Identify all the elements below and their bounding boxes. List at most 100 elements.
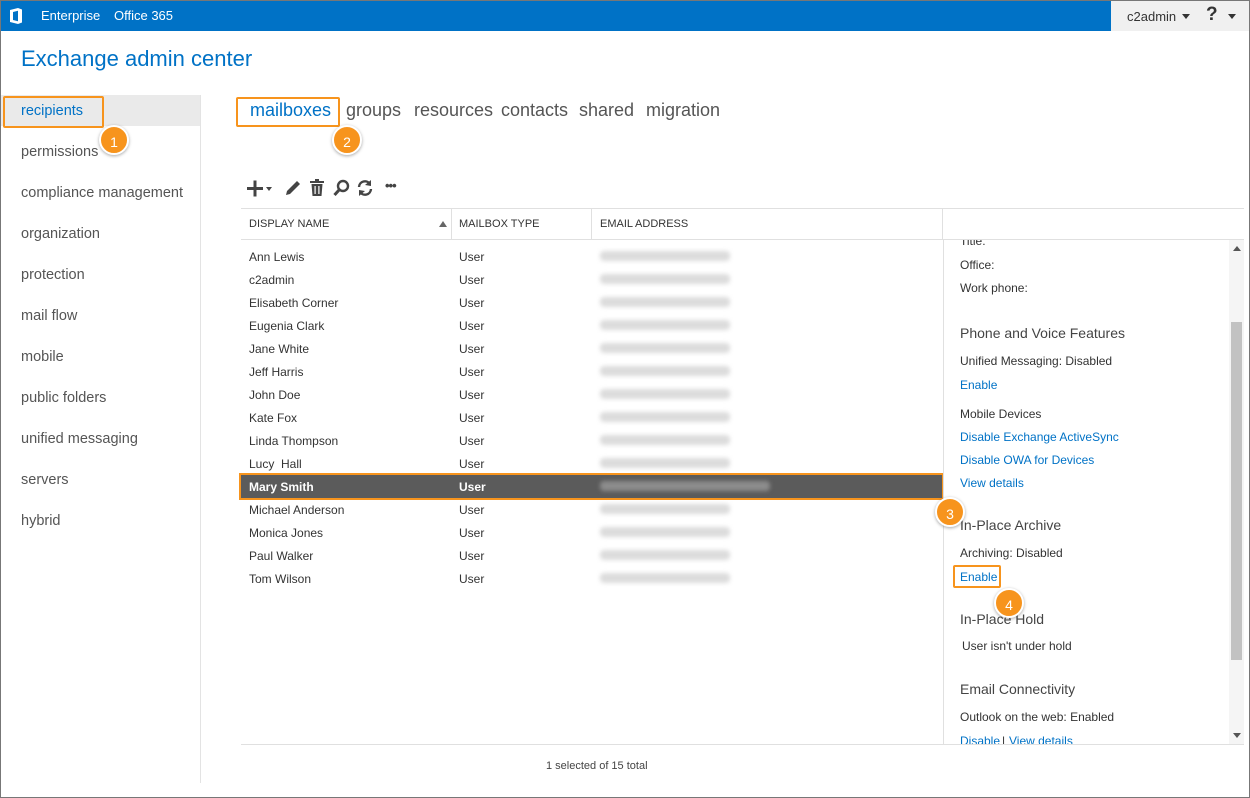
cell-email-redacted xyxy=(600,458,730,468)
office-logo-icon[interactable] xyxy=(7,7,25,25)
nav-item-servers[interactable]: servers xyxy=(21,472,69,488)
table-row-selected[interactable]: Mary Smith User xyxy=(239,473,944,500)
details-scrollbar[interactable] xyxy=(1229,240,1244,744)
cell-mailbox-type: User xyxy=(459,526,485,540)
cell-mailbox-type: User xyxy=(459,388,485,402)
tab-contacts[interactable]: contacts xyxy=(501,100,568,121)
column-header-mailbox-type[interactable]: MAILBOX TYPE xyxy=(459,218,540,230)
archiving-status: Archiving: Disabled xyxy=(960,546,1063,560)
refresh-icon[interactable] xyxy=(355,177,375,199)
column-header-email-address[interactable]: EMAIL ADDRESS xyxy=(600,218,688,230)
disable-owa-devices-link[interactable]: Disable OWA for Devices xyxy=(960,453,1094,467)
cell-mailbox-type: User xyxy=(459,273,485,287)
cell-display-name: Kate Fox xyxy=(249,411,298,425)
cell-display-name: Jeff Harris xyxy=(249,365,304,379)
mobile-devices-label: Mobile Devices xyxy=(960,407,1042,421)
cell-display-name: Mary Smith xyxy=(249,480,314,494)
table-row[interactable]: Michael Anderson User xyxy=(241,498,942,521)
view-details-link[interactable]: View details xyxy=(960,476,1024,490)
cell-display-name: Paul Walker xyxy=(249,549,314,563)
cell-email-redacted xyxy=(600,412,730,422)
cell-mailbox-type: User xyxy=(459,457,485,471)
suite-bar: Enterprise Office 365 c2admin ? xyxy=(1,1,1249,31)
search-icon[interactable] xyxy=(332,177,352,199)
cell-mailbox-type: User xyxy=(459,503,485,517)
cell-email-redacted xyxy=(600,527,730,537)
cell-mailbox-type: User xyxy=(459,411,485,425)
cell-mailbox-type: User xyxy=(459,319,485,333)
help-icon[interactable]: ? xyxy=(1206,4,1218,26)
owa-view-details-link[interactable]: View details xyxy=(1009,734,1073,744)
table-row[interactable]: Tom Wilson User xyxy=(241,567,942,590)
highlight-archive-enable xyxy=(953,565,1001,588)
selection-status: 1 selected of 15 total xyxy=(546,760,648,772)
cell-mailbox-type: User xyxy=(459,250,485,264)
list-header: DISPLAY NAME MAILBOX TYPE EMAIL ADDRESS xyxy=(241,208,1244,240)
column-divider xyxy=(942,209,943,239)
office365-link[interactable]: Office 365 xyxy=(114,8,173,23)
nav-item-mail-flow[interactable]: mail flow xyxy=(21,308,77,324)
title-label: Title: xyxy=(960,240,986,248)
chevron-down-icon[interactable] xyxy=(1182,14,1190,19)
cell-email-redacted xyxy=(600,274,730,284)
column-header-display-name[interactable]: DISPLAY NAME xyxy=(249,218,329,230)
column-divider xyxy=(451,209,452,239)
scroll-up-icon[interactable] xyxy=(1233,246,1241,251)
tab-shared[interactable]: shared xyxy=(579,100,634,121)
step-badge-1: 1 xyxy=(99,125,129,155)
cell-display-name: Michael Anderson xyxy=(249,503,345,517)
work-phone-label: Work phone: xyxy=(960,281,1028,295)
table-row[interactable]: Ann Lewis User xyxy=(241,245,942,268)
table-row[interactable]: Kate Fox User xyxy=(241,406,942,429)
table-row[interactable]: Jeff Harris User xyxy=(241,360,942,383)
tab-migration[interactable]: migration xyxy=(646,100,720,121)
left-nav: recipients permissions compliance manage… xyxy=(1,95,201,783)
nav-item-public-folders[interactable]: public folders xyxy=(21,390,106,406)
tab-groups[interactable]: groups xyxy=(346,100,401,121)
office-label: Office: xyxy=(960,258,995,272)
table-row[interactable]: Eugenia Clark User xyxy=(241,314,942,337)
um-enable-link[interactable]: Enable xyxy=(960,378,997,392)
step-badge-3: 3 xyxy=(935,497,965,527)
cell-display-name: Eugenia Clark xyxy=(249,319,325,333)
archive-heading: In-Place Archive xyxy=(960,517,1062,533)
tab-resources[interactable]: resources xyxy=(414,100,493,121)
nav-item-permissions[interactable]: permissions xyxy=(21,144,98,160)
owa-disable-link[interactable]: Disable xyxy=(960,734,1000,744)
cell-display-name: John Doe xyxy=(249,388,301,402)
cell-mailbox-type: User xyxy=(459,549,485,563)
nav-item-mobile[interactable]: mobile xyxy=(21,349,64,365)
add-icon[interactable] xyxy=(246,177,276,199)
cell-email-redacted xyxy=(600,550,730,560)
chevron-down-icon[interactable] xyxy=(1228,14,1236,19)
user-menu[interactable]: c2admin xyxy=(1127,9,1176,24)
cell-email-redacted xyxy=(600,481,770,491)
nav-item-hybrid[interactable]: hybrid xyxy=(21,513,61,529)
enterprise-link[interactable]: Enterprise xyxy=(41,8,100,23)
table-row[interactable]: Elisabeth Corner User xyxy=(241,291,942,314)
cell-email-redacted xyxy=(600,343,730,353)
scrollbar-thumb[interactable] xyxy=(1231,322,1242,660)
column-divider xyxy=(591,209,592,239)
table-row[interactable]: Lucy Hall User xyxy=(241,452,942,475)
email-connectivity-heading: Email Connectivity xyxy=(960,681,1076,697)
cell-email-redacted xyxy=(600,435,730,445)
table-row[interactable]: Linda Thompson User xyxy=(241,429,942,452)
table-row[interactable]: Monica Jones User xyxy=(241,521,942,544)
sort-ascending-icon[interactable] xyxy=(439,221,447,227)
table-row[interactable]: John Doe User xyxy=(241,383,942,406)
more-icon[interactable]: ••• xyxy=(385,178,397,200)
cell-email-redacted xyxy=(600,366,730,376)
table-row[interactable]: c2admin User xyxy=(241,268,942,291)
nav-item-protection[interactable]: protection xyxy=(21,267,85,283)
delete-icon[interactable] xyxy=(307,177,327,199)
scroll-down-icon[interactable] xyxy=(1233,733,1241,738)
cell-mailbox-type: User xyxy=(459,296,485,310)
table-row[interactable]: Jane White User xyxy=(241,337,942,360)
nav-item-compliance-management[interactable]: compliance management xyxy=(21,185,183,201)
nav-item-organization[interactable]: organization xyxy=(21,226,100,242)
table-row[interactable]: Paul Walker User xyxy=(241,544,942,567)
disable-activesync-link[interactable]: Disable Exchange ActiveSync xyxy=(960,430,1119,444)
nav-item-unified-messaging[interactable]: unified messaging xyxy=(21,431,138,447)
edit-icon[interactable] xyxy=(283,177,303,199)
